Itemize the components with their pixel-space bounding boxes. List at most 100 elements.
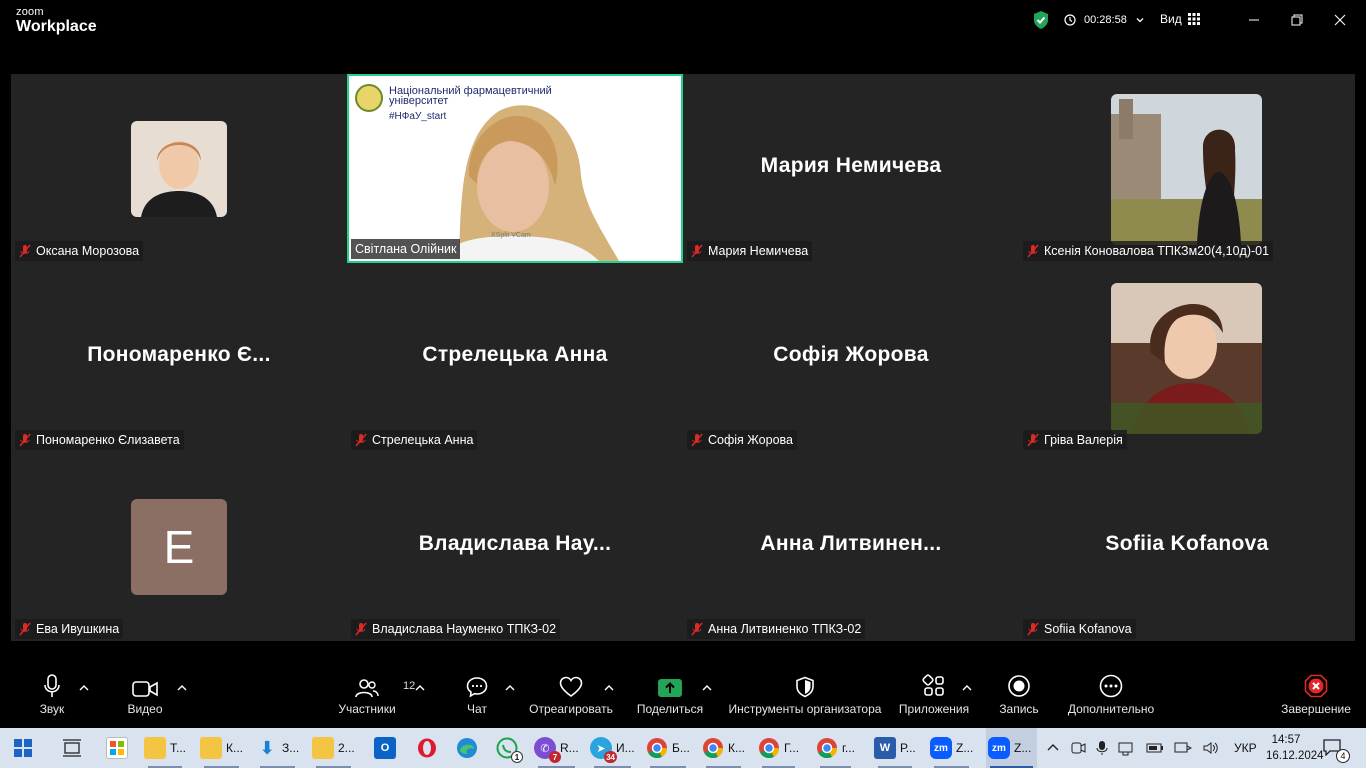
opera-icon bbox=[416, 737, 438, 759]
taskbar-word[interactable]: W Р... bbox=[874, 728, 916, 768]
meeting-toolbar: Звук Видео 12 Участники Чат Отреагироват… bbox=[0, 668, 1366, 728]
taskbar-outlook[interactable]: O bbox=[374, 728, 396, 768]
battery-icon[interactable] bbox=[1146, 740, 1164, 756]
taskbar-item-label: Z... bbox=[956, 741, 974, 755]
apps-options-caret-icon[interactable] bbox=[961, 682, 973, 694]
participant-tile[interactable]: Владислава Нау... Владислава Науменко ТП… bbox=[347, 452, 683, 641]
taskbar-item-folder-1[interactable]: Т... bbox=[144, 728, 186, 768]
participant-name: Sofiia Kofanova bbox=[1044, 622, 1132, 636]
close-button[interactable] bbox=[1330, 10, 1350, 30]
end-meeting-button[interactable]: Завершение bbox=[1276, 668, 1356, 728]
mic-muted-icon bbox=[1027, 244, 1039, 258]
audio-button[interactable]: Звук bbox=[30, 668, 74, 728]
whatsapp-badge: 1 bbox=[511, 751, 523, 763]
meeting-timer: 00:28:58 bbox=[1084, 14, 1127, 26]
participant-tile[interactable]: E Ева Ивушкина bbox=[11, 452, 347, 641]
view-button[interactable]: Вид bbox=[1160, 12, 1200, 26]
participant-tile[interactable]: Ксенія Коновалова ТПКЗм20(4,10д)-01 bbox=[1019, 74, 1355, 263]
taskbar-item-folder-2[interactable]: К... bbox=[200, 728, 243, 768]
participant-tile[interactable]: Мария Немичева Мария Немичева bbox=[683, 74, 1019, 263]
share-screen-button[interactable]: Поделиться bbox=[635, 668, 705, 728]
participants-options-caret-icon[interactable] bbox=[414, 682, 426, 694]
taskbar-clock[interactable]: 14:57 16.12.2024 bbox=[1266, 732, 1324, 764]
taskbar-viber[interactable]: ✆ 7 R... bbox=[534, 728, 579, 768]
taskbar-zoom-2-active[interactable]: zm Z... bbox=[986, 728, 1038, 768]
participant-tile[interactable]: Гріва Валерія bbox=[1019, 263, 1355, 452]
taskbar-item-label: 2... bbox=[338, 741, 355, 755]
participant-name-label: Мария Немичева bbox=[687, 241, 813, 261]
webcam-icon[interactable] bbox=[1070, 740, 1086, 756]
taskbar-telegram[interactable]: ➤ 34 И... bbox=[590, 728, 635, 768]
video-button[interactable]: Видео bbox=[120, 668, 170, 728]
taskbar-chrome-1[interactable]: Б... bbox=[646, 728, 690, 768]
taskbar-zoom-1[interactable]: zm Z... bbox=[930, 728, 973, 768]
microphone-icon[interactable] bbox=[1096, 740, 1108, 756]
keyboard-language[interactable]: УКР bbox=[1234, 741, 1257, 755]
mic-muted-icon bbox=[355, 433, 367, 447]
taskbar-store[interactable] bbox=[106, 728, 128, 768]
network-icon[interactable] bbox=[1118, 740, 1136, 756]
restore-button[interactable] bbox=[1287, 10, 1307, 30]
apps-button[interactable]: Приложения bbox=[896, 668, 972, 728]
taskbar-item-label: И... bbox=[616, 741, 635, 755]
participant-tile[interactable]: Sofiia Kofanova Sofiia Kofanova bbox=[1019, 452, 1355, 641]
participant-tile[interactable]: Пономаренко Є... Пономаренко Єлизавета bbox=[11, 263, 347, 452]
folder-icon bbox=[144, 737, 166, 759]
more-button[interactable]: Дополнительно bbox=[1064, 668, 1158, 728]
meeting-info[interactable]: 00:28:58 bbox=[1032, 10, 1145, 30]
audio-options-caret-icon[interactable] bbox=[78, 682, 90, 694]
notification-icon: 4 bbox=[1322, 738, 1350, 763]
taskbar-item-label: К... bbox=[728, 741, 745, 755]
microphone-icon bbox=[44, 674, 60, 697]
participant-tile[interactable]: Анна Литвинен... Анна Литвиненко ТПКЗ-02 bbox=[683, 452, 1019, 641]
taskbar-item-folder-3[interactable]: 2... bbox=[312, 728, 355, 768]
show-hidden-icons-button[interactable] bbox=[1046, 728, 1060, 768]
participant-tile[interactable]: Софія Жорова Софія Жорова bbox=[683, 263, 1019, 452]
telegram-badge: 34 bbox=[604, 751, 617, 763]
participant-name-label: Софія Жорова bbox=[687, 430, 797, 450]
chat-button[interactable]: Чат bbox=[458, 668, 496, 728]
start-button[interactable] bbox=[14, 728, 32, 768]
active-speaker-tile[interactable]: Національний фармацевтичний університет … bbox=[347, 74, 683, 263]
chat-label: Чат bbox=[467, 702, 487, 716]
share-options-caret-icon[interactable] bbox=[701, 682, 713, 694]
notifications-button[interactable]: 4 bbox=[1322, 728, 1350, 768]
chat-options-caret-icon[interactable] bbox=[504, 682, 516, 694]
apps-label: Приложения bbox=[898, 702, 970, 716]
chevron-down-icon[interactable] bbox=[1135, 15, 1145, 25]
react-options-caret-icon[interactable] bbox=[603, 682, 615, 694]
minimize-button[interactable] bbox=[1244, 10, 1264, 30]
wifi-icon[interactable] bbox=[1174, 740, 1192, 756]
system-tray: УКР bbox=[1070, 728, 1257, 768]
avatar: E bbox=[131, 499, 227, 595]
video-options-caret-icon[interactable] bbox=[176, 682, 188, 694]
taskbar-whatsapp[interactable]: 1 bbox=[496, 728, 523, 768]
participants-button[interactable]: 12 Участники bbox=[334, 668, 415, 728]
taskbar-chrome-2[interactable]: К... bbox=[702, 728, 745, 768]
brand-big: Workplace bbox=[16, 18, 97, 35]
participant-tile[interactable]: Оксана Морозова bbox=[11, 74, 347, 263]
participant-name: Анна Литвиненко ТПКЗ-02 bbox=[708, 622, 862, 636]
taskbar-chrome-4[interactable]: г... bbox=[816, 728, 855, 768]
share-screen-icon bbox=[658, 679, 682, 697]
taskbar-opera[interactable] bbox=[416, 728, 438, 768]
host-tools-button[interactable]: Инструменты организатора bbox=[726, 668, 884, 728]
record-button[interactable]: Запись bbox=[994, 668, 1044, 728]
volume-icon[interactable] bbox=[1202, 740, 1220, 756]
react-button[interactable]: Отреагировать bbox=[528, 668, 614, 728]
mic-muted-icon bbox=[1027, 622, 1039, 636]
taskbar-item-downloads[interactable]: ⬇ З... bbox=[256, 728, 299, 768]
task-view-button[interactable] bbox=[62, 728, 82, 768]
participant-name-label: Ева Ивушкина bbox=[15, 619, 124, 639]
participants-icon bbox=[355, 679, 379, 698]
shield-check-icon[interactable] bbox=[1032, 10, 1050, 30]
title-bar: zoom Workplace 00:28:58 Вид bbox=[0, 0, 1366, 44]
participant-tile[interactable]: Стрелецька Анна Стрелецька Анна bbox=[347, 263, 683, 452]
taskbar-chrome-3[interactable]: Г... bbox=[758, 728, 799, 768]
participant-name: Оксана Морозова bbox=[36, 244, 140, 258]
taskbar-item-label: Т... bbox=[170, 741, 187, 755]
telegram-icon: ➤ 34 bbox=[590, 737, 617, 763]
mic-muted-icon bbox=[691, 622, 703, 636]
taskbar-edge[interactable] bbox=[456, 728, 478, 768]
participant-name: Стрелецька Анна bbox=[372, 433, 474, 447]
